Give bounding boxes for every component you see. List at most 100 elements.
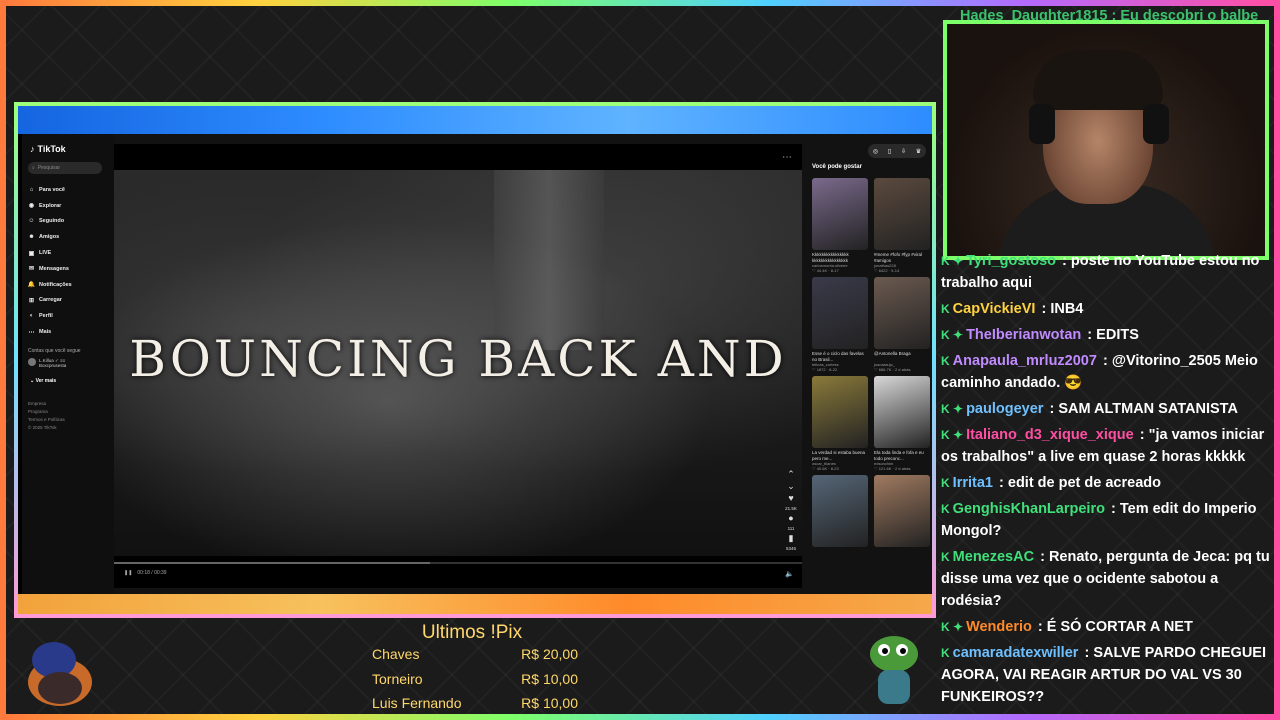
chat-badge-icon: K ✦ bbox=[941, 428, 964, 442]
sidebar-item-label: LIVE bbox=[39, 250, 52, 257]
chat-message: K ✦ TheIberianwotan : EDITS bbox=[941, 324, 1271, 346]
sidebar-item-bell[interactable]: 🔔 Notificações bbox=[28, 277, 112, 293]
chat-text: É SÓ CORTAR A NET bbox=[1046, 619, 1193, 635]
tiktok-logo[interactable]: ♪ TikTok bbox=[30, 144, 66, 154]
tiktok-logo-text: TikTok bbox=[37, 144, 66, 154]
user-plus-icon: ☺ bbox=[28, 218, 35, 225]
crown-icon[interactable]: ♛ bbox=[916, 148, 921, 155]
pix-entry: Torneiro R$ 10,00 bbox=[372, 671, 578, 696]
screen-capture: ♪ TikTok ⌕ Pesquisar ⌂ Para você ◉ Explorar… bbox=[14, 102, 936, 618]
chat-username[interactable]: CapVickieVI bbox=[953, 301, 1036, 317]
chat-username[interactable]: GenghisKhanLarpeiro bbox=[953, 501, 1105, 517]
chat-username[interactable]: camaradatexwiller bbox=[953, 645, 1079, 661]
suggestion-card[interactable]: Esse é o ciclo das favelas no Brasil... t… bbox=[812, 277, 868, 372]
desktop-wallpaper-bottom bbox=[18, 594, 932, 614]
desktop-wallpaper-top bbox=[18, 106, 932, 134]
footer-link[interactable]: © 2025 TikTok bbox=[28, 424, 65, 432]
suggestions-grid: Kkkkkkkkkkkkkkkk kkkkkkkkkkkkkkkk carlosm… bbox=[812, 178, 930, 547]
search-input[interactable]: ⌕ Pesquisar bbox=[28, 162, 102, 174]
pix-list: Chaves R$ 20,00 Torneiro R$ 10,00 Luis Ferna… bbox=[372, 646, 578, 720]
suggestion-thumbnail[interactable] bbox=[812, 376, 868, 448]
chat-username[interactable]: TheIberianwotan bbox=[966, 327, 1081, 343]
suggestion-card[interactable] bbox=[812, 475, 868, 547]
sidebar-item-more[interactable]: ⋯ Mais bbox=[28, 324, 112, 340]
sidebar-item-upload[interactable]: ⊞ Carregar bbox=[28, 293, 112, 309]
heart-icon[interactable]: ♥ bbox=[788, 494, 793, 503]
pause-icon[interactable]: ❚❚ bbox=[124, 570, 132, 576]
footer-link[interactable]: Empresa bbox=[28, 400, 65, 408]
chat-username[interactable]: Irrita1 bbox=[953, 475, 993, 491]
suggestion-thumbnail[interactable] bbox=[812, 475, 868, 547]
search-icon: ⌕ bbox=[32, 165, 35, 171]
video-player[interactable]: ⋯ BOUNCING BACK AND ⌃ ⌄ ♥ 21.5K ● 111 ▮ 5346 ➦… bbox=[114, 144, 802, 588]
sidebar-item-compass[interactable]: ◉ Explorar bbox=[28, 198, 112, 214]
sidebar-item-label: Explorar bbox=[39, 202, 62, 209]
sidebar-nav: ⌂ Para você ◉ Explorar ☺ Seguindo ☻ Amigos ▣ LIVE… bbox=[28, 182, 112, 340]
video-progress-bar[interactable] bbox=[114, 562, 802, 564]
chat-message: K GenghisKhanLarpeiro : Tem edit do Imper… bbox=[941, 498, 1271, 542]
suggestion-caption: Esse é o ciclo das favelas no Brasil... bbox=[812, 351, 864, 362]
sidebar-item-house[interactable]: ⌂ Para você bbox=[28, 182, 112, 198]
suggestion-card[interactable] bbox=[874, 475, 930, 547]
chat-username[interactable]: MenezesAC bbox=[953, 549, 1034, 565]
suggestion-thumbnail[interactable] bbox=[874, 277, 930, 349]
coin-icon[interactable]: ◎ bbox=[873, 148, 878, 155]
chat-username[interactable]: Wenderio bbox=[966, 619, 1032, 635]
chat-text: SAM ALTMAN SATANISTA bbox=[1058, 401, 1238, 417]
volume-icon[interactable]: 🔈 bbox=[785, 570, 794, 578]
sidebar-item-profile[interactable]: ◐ Perfil bbox=[28, 308, 112, 324]
chat-username[interactable]: paulogeyer bbox=[966, 401, 1043, 417]
suggestion-thumbnail[interactable] bbox=[874, 376, 930, 448]
chat-username[interactable]: Italiano_d3_xique_xique bbox=[966, 427, 1134, 443]
chevron-down-icon[interactable]: ⌄ bbox=[787, 482, 795, 491]
suggestion-thumbnail[interactable] bbox=[812, 178, 868, 250]
see-more-button[interactable]: ⌄ Ver mais bbox=[30, 378, 56, 384]
time-total: 00:39 bbox=[154, 570, 167, 576]
footer-link[interactable]: Programa bbox=[28, 408, 65, 416]
chat-message: K ✦ Wenderio : É SÓ CORTAR A NET bbox=[941, 616, 1271, 638]
chat-badge-icon: K ✦ bbox=[941, 254, 964, 268]
see-more-label: Ver mais bbox=[35, 378, 57, 384]
sidebar-item-label: Carregar bbox=[39, 297, 62, 304]
sidebar-item-user-plus[interactable]: ☺ Seguindo bbox=[28, 214, 112, 230]
share-icon[interactable]: ➦ bbox=[787, 554, 795, 557]
sidebar-item-users[interactable]: ☻ Amigos bbox=[28, 229, 112, 245]
house-icon: ⌂ bbox=[29, 186, 34, 193]
suggestion-thumbnail[interactable] bbox=[874, 178, 930, 250]
sidebar-item-message[interactable]: ✉ Mensagens bbox=[28, 261, 112, 277]
sidebar-item-live[interactable]: ▣ LIVE bbox=[28, 245, 112, 261]
suggestion-card[interactable]: #meme #fofo #fyp #viral #amigos jonathas2… bbox=[874, 178, 930, 273]
video-frame[interactable]: BOUNCING BACK AND ⌃ ⌄ ♥21.5K●111▮5346➦15… bbox=[114, 170, 802, 556]
bell-icon: 🔔 bbox=[27, 282, 36, 289]
chat-username[interactable]: Anapaula_mrluz2007 bbox=[953, 353, 1097, 369]
sidebar-item-label: Para você bbox=[39, 186, 65, 193]
footer-link[interactable]: Termos e Políticas bbox=[28, 416, 65, 424]
chat-username[interactable]: Tyri_gostoso bbox=[966, 253, 1056, 269]
pix-amount: R$ 20,00 bbox=[521, 646, 578, 662]
sidebar-item-label: Perfil bbox=[39, 313, 53, 320]
suggestion-likes: 686.7K bbox=[878, 367, 892, 372]
chat-message: K ✦ Italiano_d3_xique_xique : "ja vamos i… bbox=[941, 424, 1271, 468]
suggestion-thumbnail[interactable] bbox=[874, 475, 930, 547]
sidebar-item-label: Mensagens bbox=[39, 265, 69, 272]
live-icon: ▣ bbox=[28, 250, 35, 257]
chat-badge-icon: K bbox=[941, 502, 950, 516]
tiktok-note-icon: ♪ bbox=[30, 144, 35, 154]
tiktok-sidebar: ♪ TikTok ⌕ Pesquisar ⌂ Para você ◉ Explorar… bbox=[22, 134, 114, 598]
suggestion-meta: joaoaraujo_ ♡ 686.7K · 2 d atrás bbox=[874, 362, 930, 372]
suggestion-thumbnail[interactable] bbox=[812, 277, 868, 349]
pix-amount: R$ 10,00 bbox=[521, 670, 578, 687]
more-options-icon[interactable]: ⋯ bbox=[782, 152, 792, 163]
suggestion-caption: La verdad si estaba buena pero me... bbox=[812, 450, 866, 461]
suggestion-card[interactable]: La verdad si estaba buena pero me... osca… bbox=[812, 376, 868, 471]
headphones-left bbox=[1029, 104, 1055, 144]
suggestion-card[interactable]: Ela toda linda e fofa e eu todo preconc.… bbox=[874, 376, 930, 471]
comment-icon[interactable]: ● bbox=[788, 514, 793, 523]
following-account[interactable]: L.Killua ✓ ≡≡ Boxcprusesta bbox=[28, 358, 66, 368]
share-small-icon[interactable]: ⇩ bbox=[901, 148, 906, 155]
device-icon[interactable]: ▯ bbox=[888, 148, 891, 155]
suggestion-card[interactable]: Kkkkkkkkkkkkkkkk kkkkkkkkkkkkkkkk carlosm… bbox=[812, 178, 868, 273]
chevron-up-icon[interactable]: ⌃ bbox=[787, 470, 795, 479]
suggestion-card[interactable]: @Antonella Braga joaoaraujo_ ♡ 686.7K · 2 … bbox=[874, 277, 930, 372]
bookmark-icon[interactable]: ▮ bbox=[789, 534, 794, 543]
